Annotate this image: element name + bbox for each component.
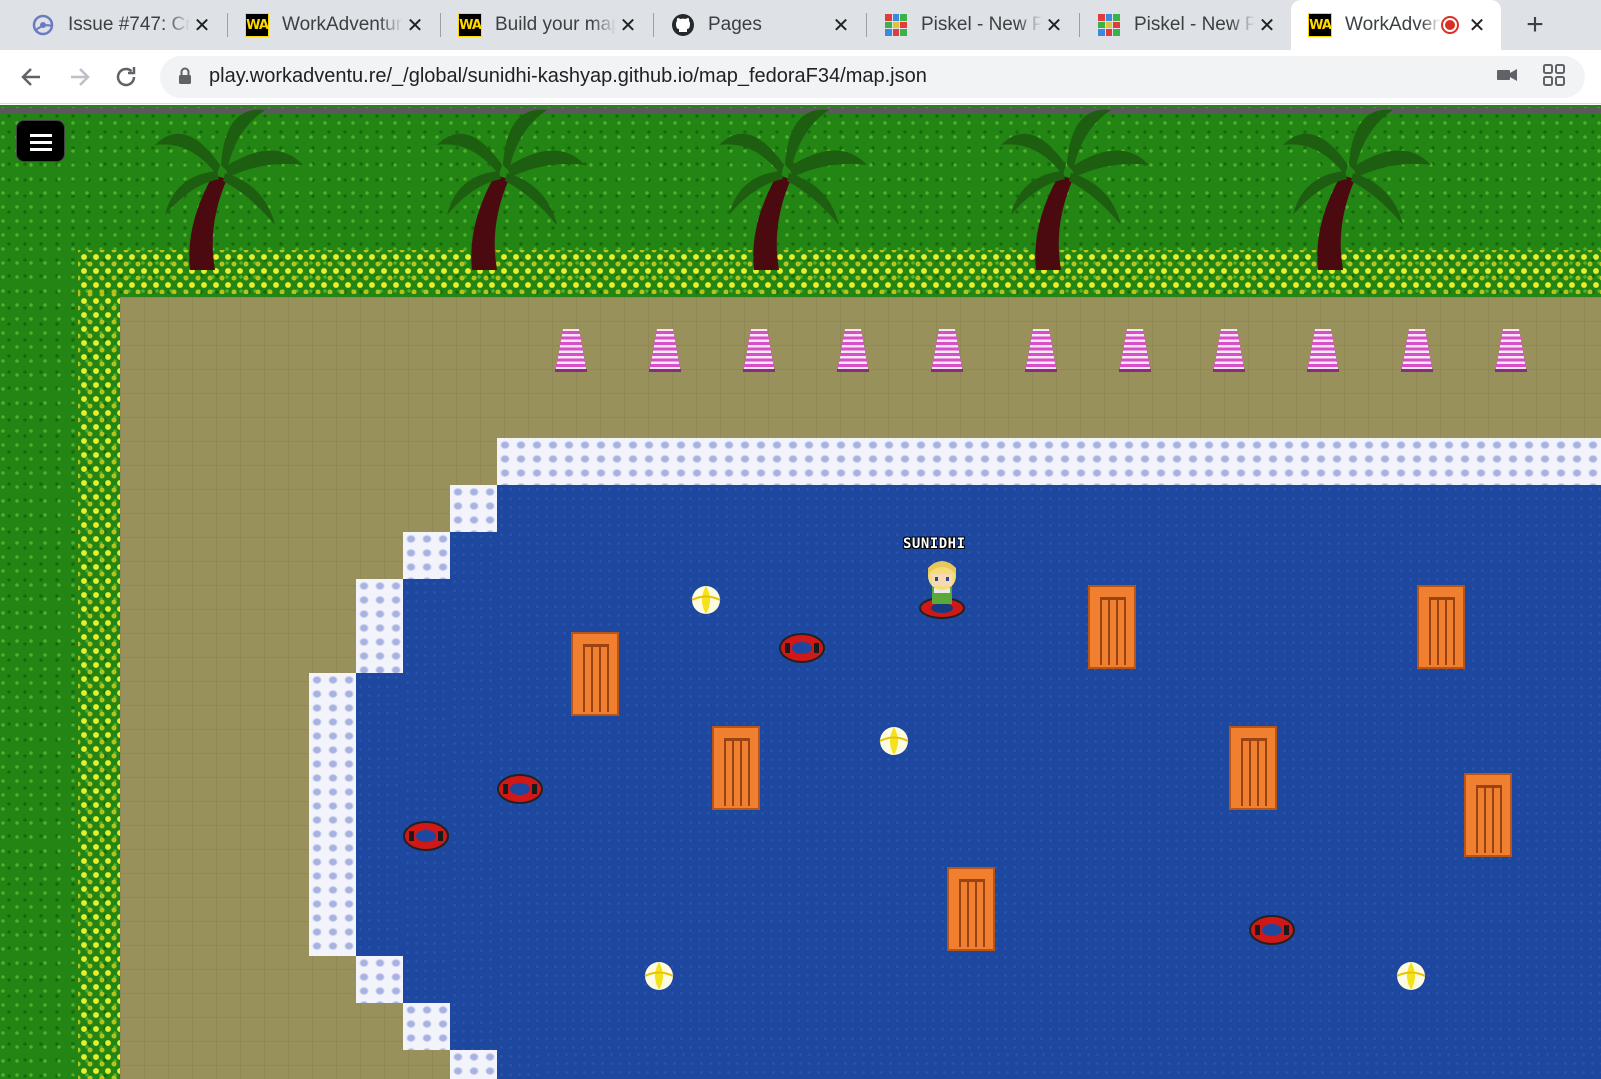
player-name-label: SUNIDHI bbox=[903, 536, 966, 552]
back-arrow-icon[interactable] bbox=[14, 59, 50, 95]
beach-ball-icon bbox=[644, 962, 674, 990]
tab-workadventure[interactable]: WA WorkAdventure ✕ bbox=[228, 0, 439, 50]
beach-chair-icon bbox=[1307, 329, 1339, 372]
palm-tree-icon bbox=[155, 109, 303, 270]
close-tab-icon[interactable]: ✕ bbox=[1042, 13, 1066, 38]
beach-ball-icon bbox=[1396, 962, 1426, 990]
beach-chair-icon bbox=[1213, 329, 1245, 372]
beach-chair-icon bbox=[1495, 329, 1527, 372]
shore-foam bbox=[403, 532, 450, 579]
url-text[interactable]: play.workadventu.re/_/global/sunidhi-kas… bbox=[209, 65, 927, 88]
github-icon bbox=[670, 12, 696, 38]
changing-room-door[interactable] bbox=[947, 867, 995, 951]
pool-water bbox=[544, 1050, 1601, 1079]
beach-chair-icon bbox=[649, 329, 681, 372]
swim-ring-icon bbox=[497, 774, 543, 804]
forward-arrow-icon[interactable] bbox=[61, 59, 97, 95]
tab-title: Issue #747: Cre bbox=[68, 14, 190, 35]
piskel-icon bbox=[883, 12, 909, 38]
shore-foam bbox=[450, 485, 497, 532]
shore-foam bbox=[403, 1003, 450, 1050]
palm-tree-icon bbox=[719, 109, 867, 270]
main-menu-button[interactable] bbox=[16, 120, 65, 162]
piskel-icon bbox=[1096, 12, 1122, 38]
pool-water bbox=[403, 579, 450, 1003]
palm-tree-icon bbox=[1001, 109, 1149, 270]
workadventure-icon: WA bbox=[244, 12, 270, 38]
github-issue-icon bbox=[30, 12, 56, 38]
close-tab-icon[interactable]: ✕ bbox=[829, 13, 853, 38]
changing-room-door[interactable] bbox=[1229, 726, 1277, 810]
tab-title: Pages bbox=[708, 14, 762, 35]
tab-piskel-2[interactable]: Piskel - New Pi ✕ bbox=[1080, 0, 1291, 50]
beach-chair-icon bbox=[1401, 329, 1433, 372]
shore-foam bbox=[356, 956, 403, 1003]
tab-strip: Issue #747: Cre ✕ WA WorkAdventure ✕ WA … bbox=[0, 0, 1601, 50]
tab-pages[interactable]: Pages ✕ bbox=[654, 0, 865, 50]
beach-chair-icon bbox=[743, 329, 775, 372]
palm-tree-icon bbox=[437, 109, 585, 270]
shore-foam bbox=[356, 579, 403, 673]
browser-toolbar: play.workadventu.re/_/global/sunidhi-kas… bbox=[0, 50, 1601, 104]
tab-build-your-map[interactable]: WA Build your map ✕ bbox=[441, 0, 652, 50]
swim-ring-icon bbox=[403, 821, 449, 851]
beach-ball-icon bbox=[691, 586, 721, 614]
tab-issue-747[interactable]: Issue #747: Cre ✕ bbox=[14, 0, 226, 50]
beach-ball-icon bbox=[879, 727, 909, 755]
changing-room-door[interactable] bbox=[712, 726, 760, 810]
tab-title: Piskel - New Pi bbox=[1134, 14, 1255, 35]
lock-icon[interactable] bbox=[178, 67, 192, 85]
address-bar[interactable]: play.workadventu.re/_/global/sunidhi-kas… bbox=[160, 56, 1585, 98]
beach-chair-icon bbox=[1025, 329, 1057, 372]
close-tab-icon[interactable]: ✕ bbox=[403, 13, 427, 38]
close-tab-icon[interactable]: ✕ bbox=[1465, 13, 1489, 38]
game-canvas[interactable]: SUNIDHI bbox=[0, 105, 1601, 1079]
workadventure-icon: WA bbox=[1307, 12, 1333, 38]
changing-room-door[interactable] bbox=[571, 632, 619, 716]
workadventure-icon: WA bbox=[457, 12, 483, 38]
swim-ring-icon bbox=[1249, 915, 1295, 945]
palm-tree-icon bbox=[1283, 109, 1431, 270]
beach-chair-icon bbox=[555, 329, 587, 372]
tab-title: Build your map bbox=[495, 14, 616, 35]
changing-room-door[interactable] bbox=[1417, 585, 1465, 669]
close-tab-icon[interactable]: ✕ bbox=[1255, 13, 1279, 38]
player-avatar[interactable] bbox=[918, 558, 966, 620]
reload-icon[interactable] bbox=[108, 59, 144, 95]
tab-title: WorkAdven bbox=[1345, 14, 1441, 35]
shore-foam bbox=[497, 438, 1601, 485]
changing-room-door[interactable] bbox=[1088, 585, 1136, 669]
flower-border-left bbox=[78, 294, 120, 1079]
close-tab-icon[interactable]: ✕ bbox=[616, 13, 640, 38]
beach-chair-icon bbox=[931, 329, 963, 372]
tab-piskel-1[interactable]: Piskel - New Pi ✕ bbox=[867, 0, 1078, 50]
close-tab-icon[interactable]: ✕ bbox=[190, 13, 214, 38]
recording-indicator-icon bbox=[1441, 16, 1459, 34]
tab-title: Piskel - New Pi bbox=[921, 14, 1042, 35]
extensions-grid-icon[interactable] bbox=[1542, 63, 1566, 92]
changing-room-door[interactable] bbox=[1464, 773, 1512, 857]
pool-water bbox=[356, 673, 403, 956]
swim-ring-icon bbox=[779, 633, 825, 663]
tab-workadventure-active[interactable]: WA WorkAdven ✕ bbox=[1291, 0, 1501, 50]
shore-foam bbox=[309, 673, 356, 956]
beach-chair-icon bbox=[837, 329, 869, 372]
tab-title: WorkAdventure bbox=[282, 14, 403, 35]
pool-water bbox=[450, 532, 497, 1050]
new-tab-button[interactable]: + bbox=[1518, 8, 1552, 42]
camera-icon[interactable] bbox=[1496, 64, 1518, 91]
beach-chair-icon bbox=[1119, 329, 1151, 372]
